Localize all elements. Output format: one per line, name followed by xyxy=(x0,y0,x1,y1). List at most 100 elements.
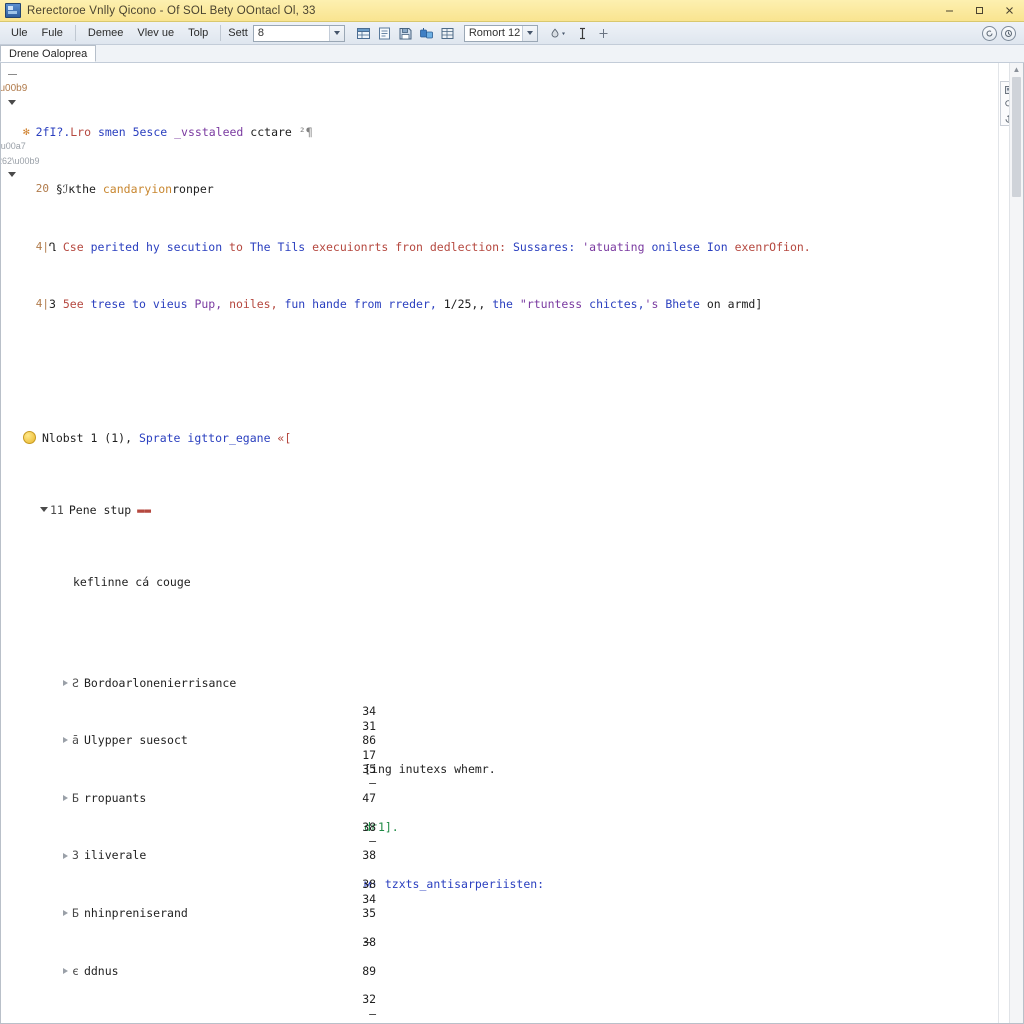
scroll-up-arrow[interactable]: ▲ xyxy=(1010,63,1023,76)
toolbar-separator-2 xyxy=(220,25,222,41)
code-token: dedlection: xyxy=(429,239,513,254)
code-token: 1/25,, xyxy=(443,297,493,312)
menu-demee[interactable]: Demee xyxy=(82,24,129,42)
expand-icon[interactable] xyxy=(59,910,72,917)
text-tool-button[interactable] xyxy=(573,24,592,43)
menu-view[interactable]: Vlev ue xyxy=(131,24,180,42)
row-col-3: 35 xyxy=(362,905,377,920)
code-token: perited xyxy=(90,239,146,254)
row-col-3: 89 xyxy=(362,963,377,978)
results-header-text: Nlobst 1 (1), xyxy=(42,430,139,445)
line-number: 20 xyxy=(35,182,49,196)
chevron-down-icon[interactable] xyxy=(328,25,344,41)
table-row[interactable]: Ƨ Bordoarlonenierrisance xyxy=(23,676,998,690)
row-tail: м· tzxts_antisarperiisten: xyxy=(364,877,545,892)
results-subheader-marker: ▬▬ xyxy=(137,502,152,517)
fold-marker-collapse[interactable] xyxy=(1,67,23,81)
maximize-button[interactable] xyxy=(964,0,994,22)
expand-icon[interactable] xyxy=(59,794,72,801)
row-col-1: 35 xyxy=(362,761,377,776)
code-token: hande xyxy=(312,297,354,312)
close-button[interactable] xyxy=(994,0,1024,22)
code-token: execuionrts xyxy=(312,239,396,254)
row-label: Ulypper suesoct xyxy=(83,733,188,748)
expand-icon[interactable] xyxy=(59,967,72,974)
menu-help[interactable]: Tolp xyxy=(182,24,214,42)
results-header-text: Sprate xyxy=(138,430,188,445)
expand-icon[interactable] xyxy=(59,737,72,744)
table-row[interactable]: Б rropuants 35 — 47 dг1]. xyxy=(23,762,998,834)
code-token: 3 xyxy=(49,297,63,312)
row-index: З xyxy=(72,848,79,863)
code-token: secution xyxy=(166,239,230,254)
code-token: fron xyxy=(395,239,430,254)
fold-marker-results[interactable] xyxy=(1,168,23,182)
row-col-2: — xyxy=(369,1006,377,1021)
row-col-2: 31 xyxy=(362,718,377,733)
code-line[interactable]: 4| 3 5ee trese to vieus Pup, noiles, fun… xyxy=(23,297,998,311)
table-row[interactable]: є ddnus 38 89 xyxy=(23,935,998,978)
scrollbar-thumb[interactable] xyxy=(1012,77,1021,197)
code-line[interactable]: 4| Ղ Cse perited hy secution to The Tils… xyxy=(23,240,998,254)
indent-button[interactable] xyxy=(594,24,613,43)
results-header-text: «[ xyxy=(277,430,292,445)
minimize-button[interactable] xyxy=(934,0,964,22)
refresh-icon[interactable] xyxy=(982,25,997,41)
code-token: trese xyxy=(90,297,133,312)
expand-icon[interactable] xyxy=(59,852,72,859)
editor-right-rail: ▲ xyxy=(998,63,1023,1023)
gutter-mark-3: \u0262\u00b9 xyxy=(1,155,40,166)
row-col-2: — xyxy=(369,833,377,848)
table-row[interactable]: Б nhinpreniserand 38 34 35 — xyxy=(23,877,998,949)
code-token: 5esce xyxy=(132,124,175,139)
code-content[interactable]: ✻ 2fI?. Lro smen 5esce _vsstaleed cctare… xyxy=(23,63,998,1023)
menu-edit[interactable]: Fule xyxy=(36,24,69,42)
font-combo[interactable]: Romort 12 xyxy=(463,24,538,42)
code-token: rreder, xyxy=(388,297,444,312)
code-token: the xyxy=(492,297,520,312)
tab-strip: Drene Oaloprea xyxy=(0,45,1024,63)
lightbulb-icon[interactable] xyxy=(23,431,36,445)
history-icon[interactable] xyxy=(1001,25,1016,41)
editor-gutter[interactable]: \u00b9 \u00a7 \u0262\u00b9 xyxy=(1,63,40,1023)
collapse-icon[interactable] xyxy=(37,507,50,513)
execute-button[interactable] xyxy=(354,24,373,43)
results-group-label-row: keflinne cá couge xyxy=(23,575,998,589)
chevron-down-icon[interactable] xyxy=(521,25,537,41)
code-token: Cse xyxy=(62,239,91,254)
code-line[interactable]: ✻ 2fI?. Lro smen 5esce _vsstaleed cctare… xyxy=(23,125,998,139)
results-button[interactable] xyxy=(438,24,457,43)
code-token: §ℐкthe xyxy=(49,182,103,197)
menu-file[interactable]: Ule xyxy=(5,24,34,42)
row-col-3: 86 xyxy=(362,733,377,748)
row-label: rropuants xyxy=(83,790,147,805)
results-subheader-index: 11 xyxy=(50,502,64,517)
code-token: noiles, xyxy=(229,297,285,312)
database-combo[interactable]: 8 xyxy=(252,24,345,42)
connect-button[interactable] xyxy=(417,24,436,43)
expand-icon[interactable] xyxy=(59,679,72,686)
toolbar-corner-icons xyxy=(982,25,1020,41)
code-token: Ղ xyxy=(49,239,63,254)
code-token: 's xyxy=(644,297,666,312)
code-token: to xyxy=(229,239,250,254)
results-subheader[interactable]: 11 Pene stup ▬▬ xyxy=(23,503,998,517)
results-header[interactable]: Nlobst 1 (1), Sprate igttor_egane «[ xyxy=(23,431,998,445)
editor-area: \u00b9 \u00a7 \u0262\u00b9 ✻ 2fI?. Lro s… xyxy=(0,63,1024,1024)
table-row[interactable]: ā Ulypper suesoct 34 31 86 17 [ing inute… xyxy=(23,704,998,776)
vertical-scrollbar[interactable]: ▲ xyxy=(1009,63,1023,1023)
highlight-color-button[interactable] xyxy=(547,24,571,43)
row-col-2: — xyxy=(369,776,377,791)
code-token: exenrOfion. xyxy=(734,239,811,254)
document-tab[interactable]: Drene Oaloprea xyxy=(0,45,97,62)
table-row[interactable]: З iliverale 38 — 38 м· tzxts_antisarperi… xyxy=(23,820,998,891)
save-button[interactable] xyxy=(396,24,415,43)
code-line[interactable]: 20 §ℐкthe candaryion ronper xyxy=(23,182,998,196)
fold-marker-expand[interactable] xyxy=(1,96,23,110)
parse-button[interactable] xyxy=(375,24,394,43)
row-values: 32 — 40 пд'капап() xyxy=(267,978,435,1023)
code-token: cctare xyxy=(250,124,299,139)
row-col-1: 38 xyxy=(362,934,377,949)
table-row[interactable]: З Alnopmons 32 — 40 пд'капап() xyxy=(23,992,998,1023)
code-token: 2fI?. xyxy=(35,124,71,139)
